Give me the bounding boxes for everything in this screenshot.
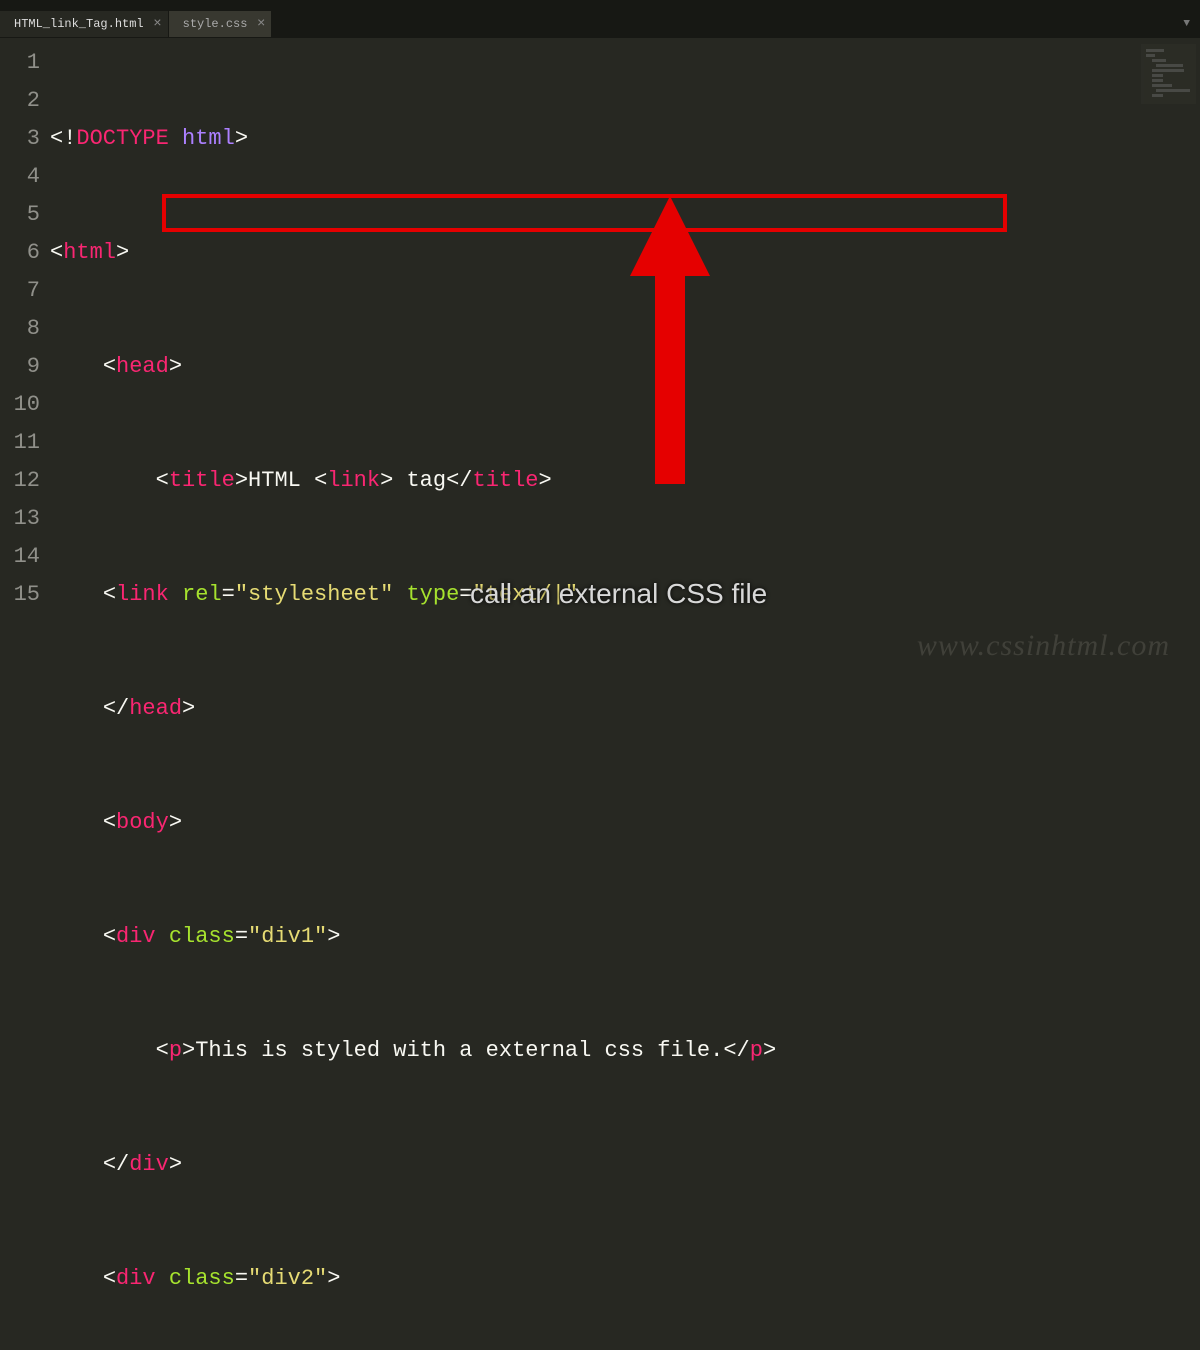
tab-label: HTML_link_Tag.html — [14, 17, 144, 31]
code-line: </head> — [50, 690, 1200, 728]
line-number: 7 — [0, 272, 40, 310]
line-number: 5 — [0, 196, 40, 234]
line-number: 13 — [0, 500, 40, 538]
code-line: <div class="div1"> — [50, 918, 1200, 956]
window-top-bar — [0, 0, 1200, 10]
line-number: 12 — [0, 462, 40, 500]
tab-html-file[interactable]: HTML_link_Tag.html × — [0, 11, 168, 37]
line-number-gutter: 1 2 3 4 5 6 7 8 9 10 11 12 13 14 15 — [0, 38, 50, 675]
code-line: <body> — [50, 804, 1200, 842]
code-line: <div class="div2"> — [50, 1260, 1200, 1298]
line-number: 14 — [0, 538, 40, 576]
line-number: 10 — [0, 386, 40, 424]
tab-label: style.css — [183, 17, 248, 31]
line-number: 9 — [0, 348, 40, 386]
code-line: <html> — [50, 234, 1200, 272]
line-number: 6 — [0, 234, 40, 272]
watermark-text: www.cssinhtml.com — [917, 629, 1170, 663]
line-number: 8 — [0, 310, 40, 348]
line-number: 11 — [0, 424, 40, 462]
line-number: 1 — [0, 44, 40, 82]
code-line: <head> — [50, 348, 1200, 386]
close-icon[interactable]: × — [153, 16, 161, 32]
line-number: 4 — [0, 158, 40, 196]
annotation-caption: call an external CSS file — [470, 578, 767, 610]
tab-overflow-icon[interactable]: ▼ — [1173, 18, 1200, 30]
minimap[interactable] — [1141, 44, 1196, 104]
code-line: </div> — [50, 1146, 1200, 1184]
code-line: <p>This is styled with a external css fi… — [50, 1032, 1200, 1070]
highlight-rectangle — [162, 194, 1007, 232]
line-number: 2 — [0, 82, 40, 120]
code-line: <!DOCTYPE html> — [50, 120, 1200, 158]
tab-css-file[interactable]: style.css × — [169, 11, 272, 37]
code-line: <title>HTML <link> tag</title> — [50, 462, 1200, 500]
line-number: 3 — [0, 120, 40, 158]
line-number: 15 — [0, 576, 40, 614]
tab-bar: HTML_link_Tag.html × style.css × ▼ — [0, 10, 1200, 38]
close-icon[interactable]: × — [257, 16, 265, 32]
